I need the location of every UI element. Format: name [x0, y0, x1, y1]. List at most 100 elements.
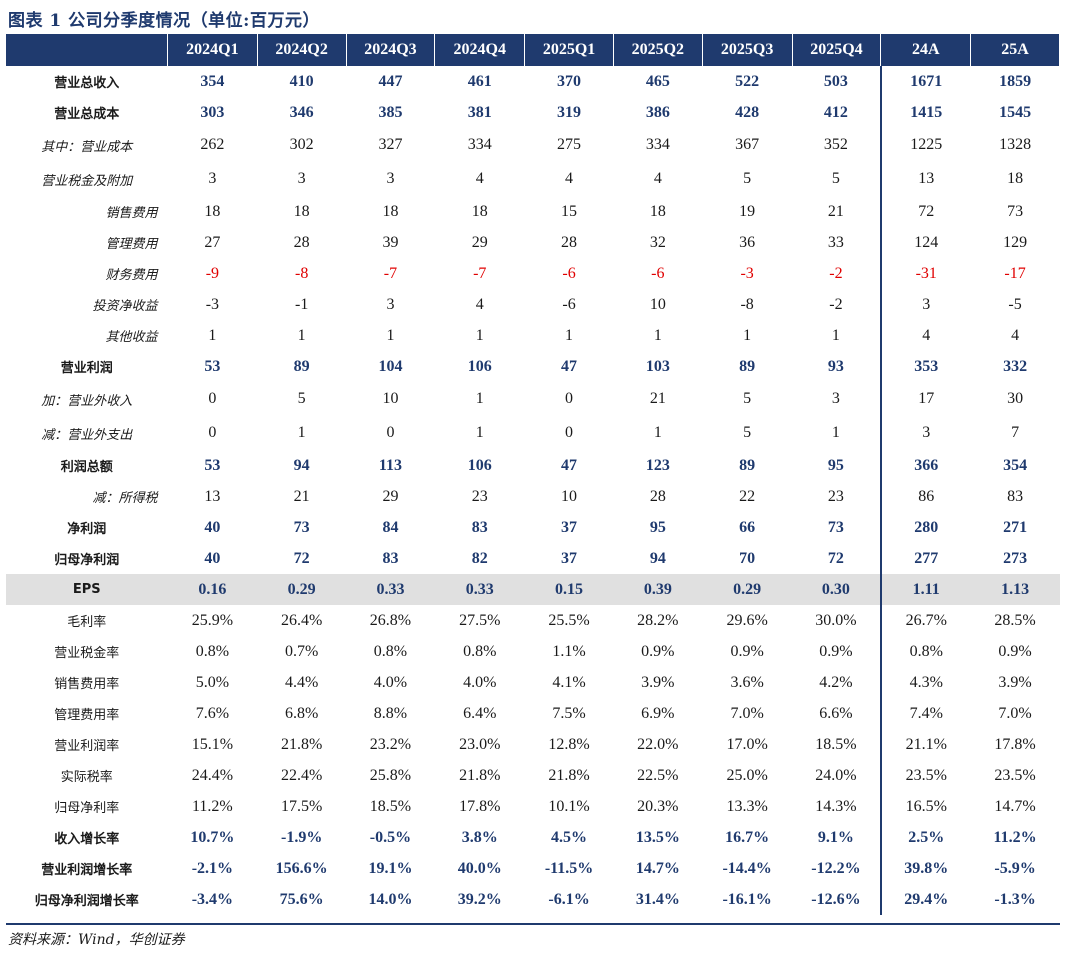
table-cell: 366	[879, 450, 971, 481]
table-cell: 18	[1007, 170, 1024, 187]
table-cell: 6.8%	[284, 704, 319, 722]
table-cell: 18.5%	[815, 735, 857, 753]
table-cell: 17.5%	[280, 797, 323, 815]
table-cell: 4.4%	[284, 673, 319, 691]
table-cell: 1545	[999, 103, 1032, 121]
row-label: 净利润	[67, 522, 107, 537]
table-cell: 1859	[999, 72, 1032, 90]
row-label: 归母净利润	[54, 553, 120, 568]
table-cell: 16.5%	[879, 791, 971, 822]
row-label: 减：所得税	[92, 491, 158, 506]
table-cell: 17.8%	[459, 797, 501, 815]
table-cell: 28.2%	[637, 611, 679, 629]
table-cell: 29	[471, 233, 488, 251]
table-cell: 94	[649, 549, 666, 567]
table-cell: 84	[382, 518, 399, 536]
table-cell: 1415	[879, 97, 971, 128]
table-cell: -31	[879, 258, 971, 289]
table-cell: -8	[294, 264, 309, 282]
table-cell: 23.2%	[369, 735, 412, 753]
table-cell: 1	[743, 326, 752, 344]
row-label: 销售费用	[105, 206, 158, 221]
table-row: 减：营业外支出 0 1 0 1 0 1 5 1 3 7	[6, 416, 1060, 450]
table-cell: 334	[645, 136, 670, 153]
table-cell: 28	[649, 487, 666, 505]
table-cell: 3.8%	[461, 828, 498, 846]
table-cell: 319	[557, 103, 582, 121]
table-cell: 0.8%	[463, 642, 497, 660]
table-cell: 461	[467, 72, 492, 90]
table-cell: 16.7%	[725, 828, 770, 846]
table-row: 销售费用率 5.0% 4.4% 4.0% 4.0% 4.1% 3.9% 3.6% 4.2% 4.3…	[6, 667, 1060, 698]
table-cell: 0.29	[702, 574, 793, 605]
table-cell: 37	[561, 518, 578, 536]
quarterly-table: 2024Q1 2024Q2 2024Q3 2024Q4 2025Q1 2025Q…	[6, 34, 1060, 915]
table-cell: 18	[382, 202, 399, 220]
table-cell: 3.6%	[730, 673, 764, 691]
table-cell: 13.3%	[726, 797, 768, 815]
table-cell: 13	[879, 162, 971, 196]
table-cell: 1	[297, 326, 306, 344]
table-cell: 26.4%	[280, 611, 323, 629]
table-cell: 23.5%	[879, 760, 971, 791]
table-cell: 66	[739, 518, 756, 536]
table-cell: -1	[294, 295, 309, 313]
table-cell: 4	[653, 170, 662, 187]
table-cell: 8.8%	[373, 704, 408, 722]
table-cell: 18.5%	[369, 797, 412, 815]
table-cell: 4	[1011, 326, 1020, 344]
table-row: 其中：营业成本 262 302 327 334 275 334 367 352 1225 1328	[6, 128, 1060, 162]
table-cell: 75.6%	[279, 890, 324, 908]
table-cell: 95	[649, 518, 666, 536]
table-row: 营业利润增长率 -2.1% 156.6% 19.1% 40.0% -11.5% 14.7% -…	[6, 853, 1060, 884]
table-cell: 0.39	[613, 574, 703, 605]
table-cell: 15.1%	[191, 735, 234, 753]
table-cell: 5	[743, 424, 752, 441]
table-cell: 7	[1011, 424, 1020, 441]
table-cell: 10	[649, 295, 666, 313]
table-cell: 2.5%	[879, 822, 971, 853]
table-cell: 4.0%	[463, 673, 497, 691]
table-cell: 0.29	[257, 574, 347, 605]
table-cell: 1	[475, 424, 484, 441]
table-cell: 39.8%	[879, 853, 971, 884]
table-cell: 0.9%	[730, 642, 764, 660]
table-row: 实际税率 24.4% 22.4% 25.8% 21.8% 21.8% 22.5% 25.0% 2…	[6, 760, 1060, 791]
table-cell: 7.6%	[195, 704, 230, 722]
table-cell: 93	[827, 357, 844, 375]
table-cell: 1671	[879, 66, 971, 97]
table-cell: 18	[649, 202, 666, 220]
table-cell: 3	[386, 295, 395, 313]
table-cell: 28	[561, 233, 578, 251]
table-cell: 6.9%	[641, 704, 675, 722]
table-cell: 0.8%	[373, 642, 408, 660]
row-label: 营业利润	[60, 361, 113, 376]
table-cell: 37	[561, 549, 578, 567]
table-cell: 11.2%	[993, 828, 1037, 846]
table-cell: 0.33	[346, 574, 435, 605]
header-cell: 2025Q3	[702, 34, 793, 66]
table-cell: 3	[297, 170, 306, 187]
header-cell: 24A	[880, 34, 972, 66]
table-cell: -12.6%	[811, 890, 861, 908]
table-cell: 106	[467, 456, 492, 474]
table-cell: 129	[1003, 233, 1028, 251]
table-cell: 332	[1003, 357, 1028, 375]
table-cell: 4.2%	[819, 673, 853, 691]
table-cell: 3	[208, 170, 217, 187]
row-label: 毛利率	[67, 615, 107, 630]
table-cell: -7	[383, 264, 398, 282]
table-cell: 21.8%	[280, 735, 323, 753]
table-row: 财务费用 -9 -8 -7 -7 -6 -6 -3 -2 -31 -17	[6, 258, 1060, 289]
table-cell: 0	[565, 390, 574, 407]
table-row: 管理费用率 7.6% 6.8% 8.8% 6.4% 7.5% 6.9% 7.0% 6.6% 7.4…	[6, 698, 1060, 729]
table-cell: 354	[200, 72, 225, 90]
table-cell: 14.0%	[368, 890, 413, 908]
table-cell: 17.8%	[994, 735, 1036, 753]
table-cell: 0	[208, 390, 217, 407]
table-cell: 3	[831, 390, 840, 407]
table-cell: 83	[382, 549, 399, 567]
table-cell: 5.0%	[195, 673, 230, 691]
table-cell: 26.7%	[879, 605, 971, 636]
table-cell: -0.5%	[369, 828, 412, 846]
